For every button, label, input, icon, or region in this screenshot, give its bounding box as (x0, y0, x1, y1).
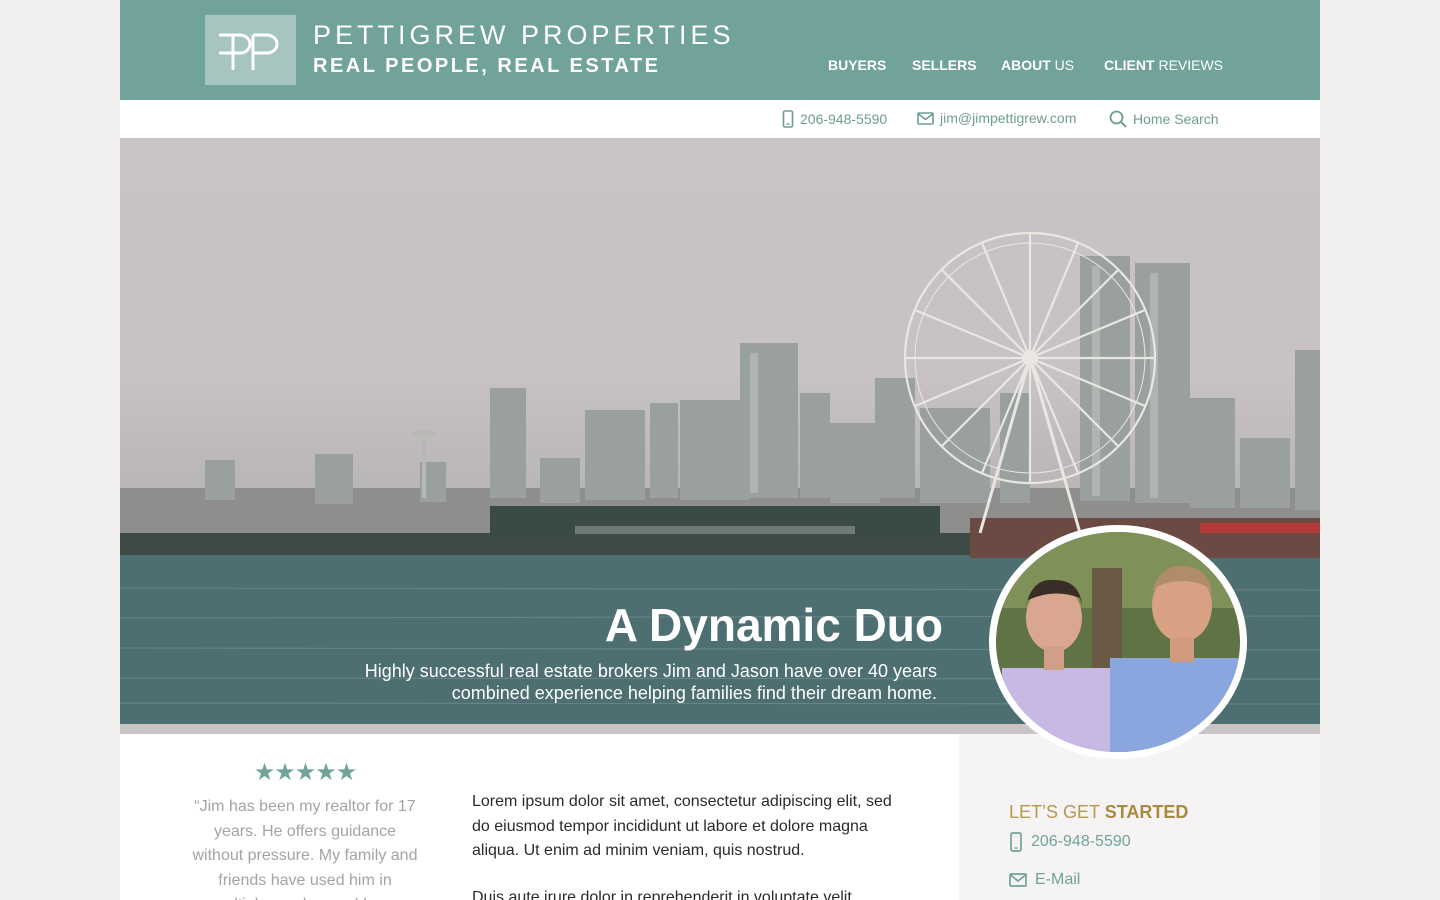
brand-name: PETTIGREW PROPERTIES (313, 20, 735, 50)
page: PETTIGREW PROPERTIES REAL PEOPLE, REAL E… (120, 0, 1320, 900)
sidebar-email-link[interactable]: E-Mail (1009, 871, 1080, 889)
sidebar-phone-text: 206-948-5590 (1031, 833, 1131, 850)
mail-icon (917, 111, 934, 125)
nav-buyers[interactable]: BUYERS (828, 57, 886, 73)
hero-subtitle-line-1: Highly successful real estate brokers Ji… (364, 661, 937, 681)
home-search-text: Home Search (1133, 111, 1219, 127)
home-search-link[interactable]: Home Search (1109, 110, 1219, 128)
nav-sellers[interactable]: SELLERS (912, 57, 977, 73)
agents-portrait (992, 528, 1244, 756)
intro-text: Lorem ipsum dolor sit amet, consectetur … (472, 790, 912, 900)
hero-title: A Dynamic Duo (604, 599, 943, 651)
search-icon (1109, 110, 1127, 128)
phone-icon (782, 110, 794, 128)
phone-icon (1010, 832, 1022, 852)
intro-paragraph-2: Duis aute irure dolor in reprehenderit i… (472, 888, 852, 900)
intro-paragraph-1: Lorem ipsum dolor sit amet, consectetur … (472, 793, 892, 859)
contact-phone-link[interactable]: 206-948-5590 (782, 110, 887, 128)
nav-about-us[interactable]: ABOUT US (1001, 57, 1074, 73)
contact-phone-text: 206-948-5590 (800, 111, 888, 127)
lets-get-started-panel: LET’S GET STARTED 206-948-5590 E-Mail (959, 734, 1320, 900)
site-header: PETTIGREW PROPERTIES REAL PEOPLE, REAL E… (120, 0, 1320, 100)
sidebar-phone-link[interactable]: 206-948-5590 (1009, 832, 1131, 852)
contact-email-link[interactable]: jim@jimpettigrew.com (917, 110, 1076, 126)
contact-email-text: jim@jimpettigrew.com (940, 110, 1077, 126)
agents-photo (996, 532, 1240, 752)
lets-get-started-heading: LET’S GET STARTED (1009, 802, 1189, 822)
sidebar-email-text: E-Mail (1035, 871, 1081, 888)
main-nav: BUYERS SELLERS ABOUT US CLIENT REVIEWS (120, 57, 1320, 77)
testimonial: ★★★★★ “Jim has been my realtor for 17 ye… (190, 758, 420, 900)
nav-client-reviews[interactable]: CLIENT REVIEWS (1104, 57, 1223, 73)
testimonial-quote: “Jim has been my realtor for 17 years. H… (192, 798, 418, 900)
hero-subtitle: Highly successful real estate brokers Ji… (300, 660, 937, 704)
mail-icon (1009, 873, 1027, 887)
hero-subtitle-line-2: combined experience helping families fin… (451, 683, 937, 703)
contact-bar: 206-948-5590 jim@jimpettigrew.com Home S… (120, 100, 1320, 138)
star-rating-icon: ★★★★★ (253, 759, 358, 786)
